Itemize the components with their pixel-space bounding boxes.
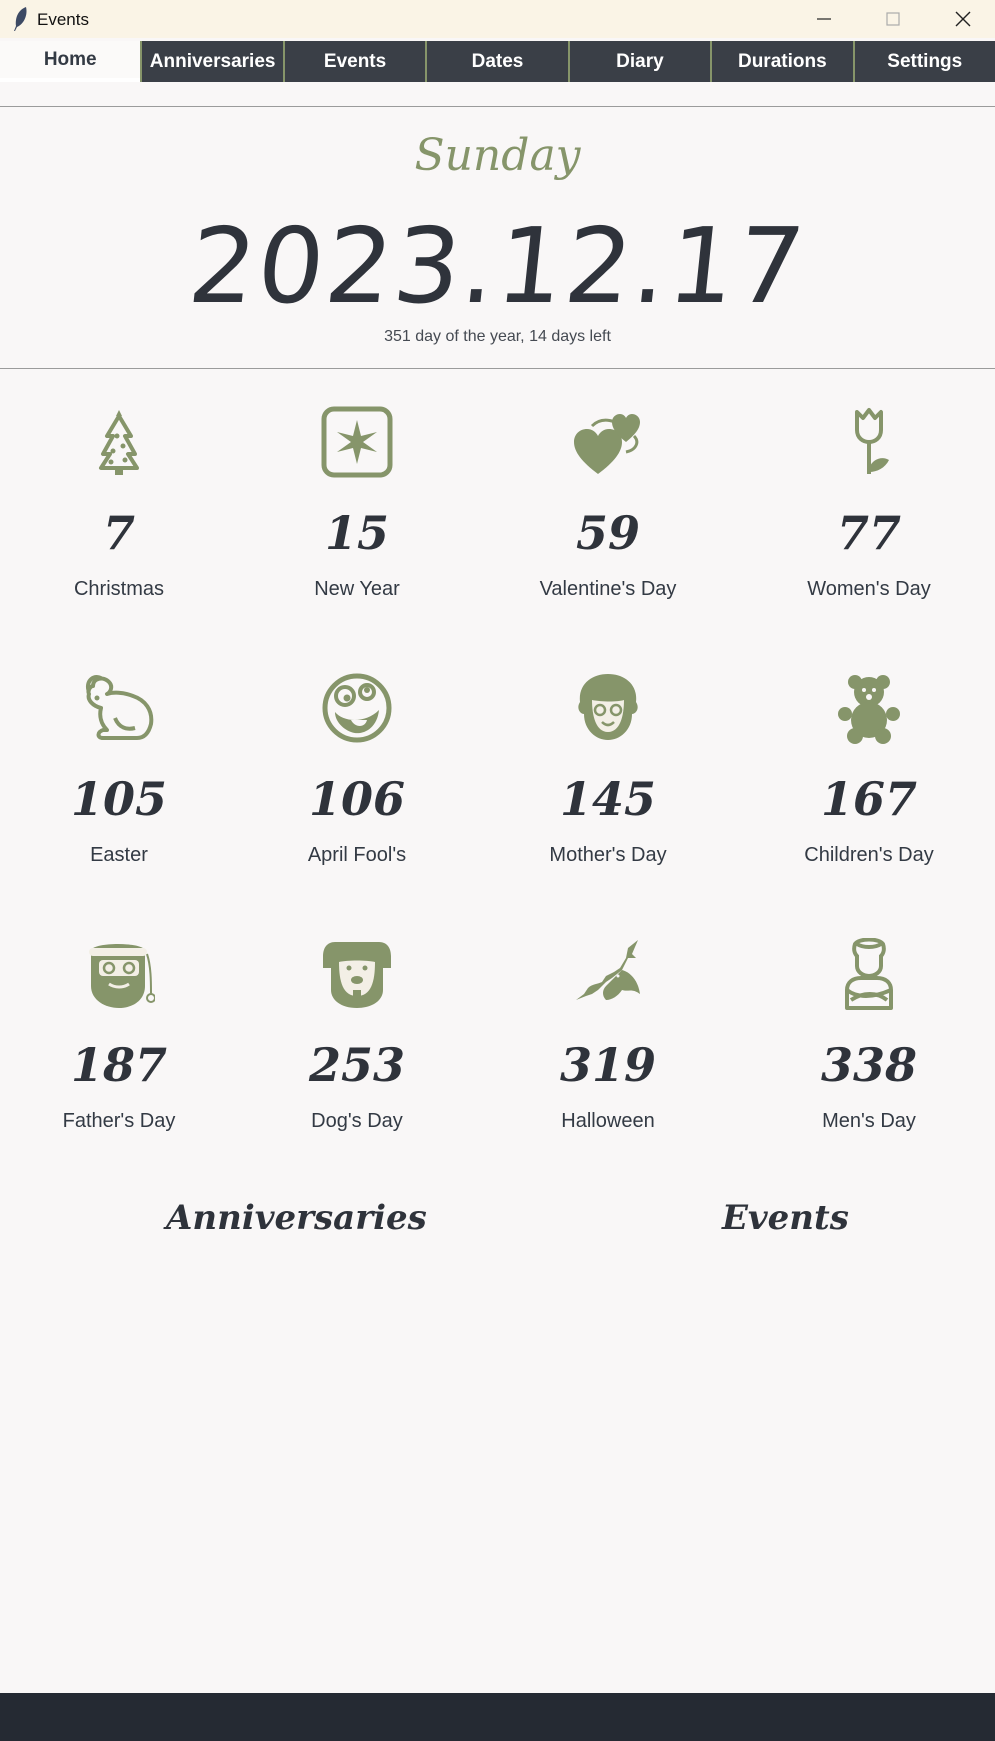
status-bar (0, 1693, 995, 1741)
days-until: 15 (324, 506, 389, 560)
teddy-bear-icon (838, 675, 900, 744)
days-until: 145 (559, 772, 657, 826)
days-until: 253 (308, 1038, 406, 1092)
current-date: 2023.12.17 (183, 205, 812, 327)
weekday-label: Sunday (414, 130, 581, 181)
days-until: 338 (820, 1038, 918, 1092)
title-bar: Events (0, 0, 995, 38)
holiday-card-mens-day[interactable]: 338 Men's Day (769, 938, 969, 1158)
anniversaries-heading: Anniversaries (166, 1198, 427, 1238)
close-button[interactable] (935, 0, 991, 38)
holiday-name: Men's Day (822, 1110, 916, 1132)
tab-diary[interactable]: Diary (567, 41, 711, 82)
christmas-tree-icon (99, 410, 139, 475)
holiday-card-dogs-day[interactable]: 253 Dog's Day (257, 938, 457, 1158)
rabbit-icon (86, 675, 154, 740)
days-until: 7 (102, 506, 135, 560)
year-progress-text: 351 day of the year, 14 days left (384, 328, 611, 345)
holiday-card-christmas[interactable]: 7 Christmas (19, 406, 219, 626)
tab-durations[interactable]: Durations (710, 41, 853, 82)
tab-events[interactable]: Events (282, 41, 426, 82)
holiday-card-valentines-day[interactable]: 59 Valentine's Day (508, 406, 708, 626)
holiday-card-mothers-day[interactable]: 145 Mother's Day (508, 672, 708, 892)
window-title: Events (37, 10, 89, 29)
days-until: 105 (70, 772, 168, 826)
holiday-name: Women's Day (807, 578, 931, 600)
holiday-name: Dog's Day (311, 1110, 403, 1132)
tab-home[interactable]: Home (0, 41, 141, 82)
days-until: 319 (559, 1038, 657, 1092)
tab-dates[interactable]: Dates (425, 41, 568, 82)
tab-bar: Home Anniversaries Events Dates Diary Du… (0, 41, 995, 82)
divider (0, 106, 995, 107)
days-until: 106 (308, 772, 406, 826)
holiday-name: April Fool's (307, 844, 407, 866)
man-crossed-arms-icon (845, 938, 893, 1010)
holiday-card-halloween[interactable]: 319 Halloween (508, 938, 708, 1158)
minimize-button[interactable] (796, 0, 852, 38)
holiday-card-fathers-day[interactable]: 187 Father's Day (19, 938, 219, 1158)
dog-face-icon (323, 942, 391, 1008)
feather-icon (14, 7, 27, 31)
holiday-card-childrens-day[interactable]: 167 Children's Day (769, 672, 969, 892)
days-until: 167 (820, 772, 918, 826)
zany-face-icon (322, 673, 392, 743)
holiday-name: Father's Day (62, 1110, 176, 1132)
holiday-name: Halloween (561, 1110, 655, 1132)
bat-icon (576, 940, 640, 1000)
events-heading: Events (722, 1198, 849, 1238)
days-until: 77 (836, 506, 901, 560)
days-until: 187 (70, 1038, 168, 1092)
holiday-name: Children's Day (804, 844, 934, 866)
close-icon (955, 11, 971, 27)
maximize-icon (886, 12, 900, 26)
minimize-icon (817, 18, 831, 20)
hearts-icon (574, 414, 640, 474)
holiday-card-april-fools[interactable]: 106 April Fool's (257, 672, 457, 892)
holiday-name: Valentine's Day (539, 578, 677, 600)
tab-settings[interactable]: Settings (852, 41, 995, 82)
days-until: 59 (575, 506, 640, 560)
divider (0, 368, 995, 369)
holiday-name: Easter (90, 844, 148, 866)
tab-anniversaries[interactable]: Anniversaries (140, 41, 283, 82)
fireworks-icon (321, 406, 393, 478)
maximize-button[interactable] (865, 0, 921, 38)
santa-father-icon (89, 944, 155, 1008)
rose-icon (855, 408, 889, 474)
grandmother-icon (578, 674, 638, 740)
holiday-card-womens-day[interactable]: 77 Women's Day (769, 406, 969, 626)
holiday-card-easter[interactable]: 105 Easter (19, 672, 219, 892)
holiday-name: Christmas (73, 578, 164, 600)
holiday-name: Mother's Day (549, 844, 667, 866)
holiday-card-new-year[interactable]: 15 New Year (257, 406, 457, 626)
holiday-name: New Year (314, 578, 400, 600)
